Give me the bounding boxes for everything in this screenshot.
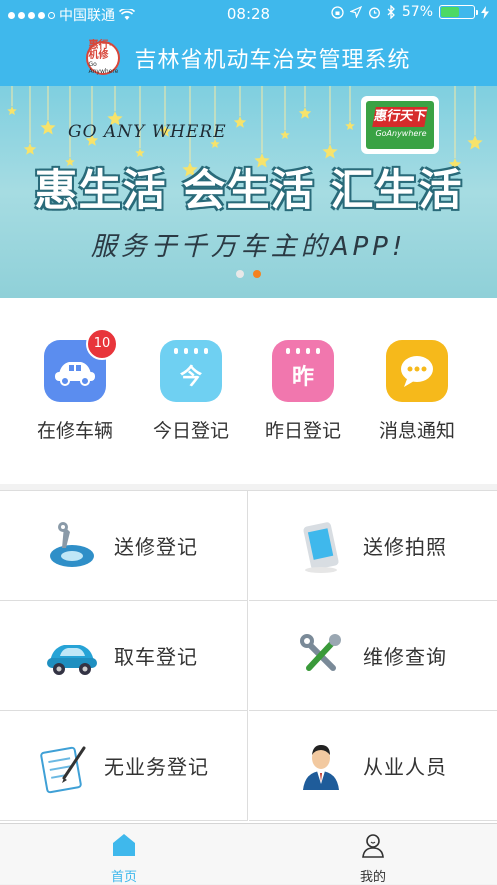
banner-slogan: 惠生活 会生活 汇生活 — [34, 166, 463, 216]
grid-item-label: 取车登记 — [114, 645, 198, 669]
calendar-glyph: 昨 — [291, 365, 314, 390]
battery-icon — [439, 5, 478, 19]
battery-percent: 57% — [401, 4, 433, 20]
quick-action-yesterday[interactable]: 昨 昨日登记 — [248, 340, 358, 443]
grid-item-repair-query[interactable]: 维修查询 — [249, 601, 497, 711]
tools-search-icon — [293, 628, 349, 684]
tab-bar: 首页 我的 — [0, 823, 497, 885]
tab-label: 首页 — [110, 870, 137, 885]
promo-banner[interactable]: GO ANY WHERE 惠行天下 GoAnywhere 惠生活 会生活 汇生活… — [0, 86, 497, 298]
status-right: 57% — [331, 4, 489, 20]
grid-item-label: 维修查询 — [363, 645, 447, 669]
quick-action-messages[interactable]: 消息通知 — [362, 340, 472, 443]
car-pickup-icon — [44, 628, 100, 684]
grid-item-staff[interactable]: 从业人员 — [249, 711, 497, 821]
banner-tagline: 服务于千万车主的APP! — [90, 232, 407, 262]
brand-sub: GoAnywhere — [375, 129, 427, 138]
calendar-yesterday-icon: 昨 — [272, 340, 334, 402]
quick-action-label: 今日登记 — [152, 420, 229, 442]
carousel-dot-2[interactable] — [253, 270, 261, 278]
location-icon — [349, 6, 362, 18]
grid-item-no-business-registration[interactable]: 无业务登记 — [0, 711, 248, 821]
quick-action-repairing-vehicles[interactable]: 10 在修车辆 — [20, 328, 130, 443]
banner-go-any-where: GO ANY WHERE — [68, 122, 227, 142]
quick-action-today[interactable]: 今 今日登记 — [136, 340, 246, 443]
alarm-icon — [368, 7, 380, 18]
grid-item-label: 送修拍照 — [363, 535, 447, 559]
grid-item-repair-registration[interactable]: 送修登记 — [0, 491, 248, 601]
carousel-dot-1[interactable] — [236, 270, 244, 278]
grid-item-label: 送修登记 — [114, 535, 198, 559]
phone-camera-icon — [293, 518, 349, 574]
unread-badge: 10 — [86, 328, 118, 360]
quick-action-label: 昨日登记 — [264, 420, 341, 442]
status-bar: 中国联通 08:28 57% — [0, 0, 497, 28]
home-icon — [113, 834, 135, 856]
quick-action-label: 消息通知 — [378, 420, 455, 442]
brand-logo: 惠行天下 GoAnywhere — [361, 96, 439, 154]
grid-item-label: 从业人员 — [363, 755, 447, 779]
quick-action-label: 在修车辆 — [36, 420, 113, 442]
tab-profile[interactable]: 我的 — [249, 832, 497, 885]
calendar-glyph: 今 — [179, 365, 202, 390]
bluetooth-icon — [387, 5, 395, 19]
car-icon: 10 — [44, 328, 118, 402]
calendar-today-icon: 今 — [160, 340, 222, 402]
function-grid: 送修登记 送修拍照 取车登记 维修查询 无业务登记 从业人员 — [0, 490, 497, 823]
wrench-tire-icon — [44, 518, 100, 574]
rotation-lock-icon — [331, 5, 344, 19]
message-icon — [386, 340, 448, 402]
battery-level — [441, 7, 459, 17]
charging-icon — [481, 5, 489, 19]
staff-icon — [293, 738, 349, 794]
tab-home[interactable]: 首页 — [0, 832, 248, 885]
grid-item-label: 无业务登记 — [104, 755, 209, 779]
clipboard-icon — [34, 738, 90, 794]
nav-bar: 惠行·机修 Go Anywhere 吉林省机动车治安管理系统 — [0, 30, 497, 86]
page-title: 吉林省机动车治安管理系统 — [134, 48, 411, 73]
header: 中国联通 08:28 57% 惠行·机修 Go Anywhere 吉林省机动车治… — [0, 0, 497, 86]
logo-subtext: Go Anywhere — [88, 61, 119, 75]
grid-item-pickup-registration[interactable]: 取车登记 — [0, 601, 248, 711]
logo-text: 惠行·机修 — [88, 40, 113, 61]
tab-label: 我的 — [359, 870, 386, 885]
profile-icon — [362, 834, 384, 858]
app-logo: 惠行·机修 Go Anywhere — [86, 40, 121, 75]
brand-name: 惠行天下 — [372, 107, 428, 127]
grid-item-repair-photo[interactable]: 送修拍照 — [249, 491, 497, 601]
quick-actions: 10 在修车辆 今 今日登记 昨 昨日登记 消息通知 — [0, 298, 497, 484]
carousel-indicator[interactable] — [0, 270, 497, 278]
